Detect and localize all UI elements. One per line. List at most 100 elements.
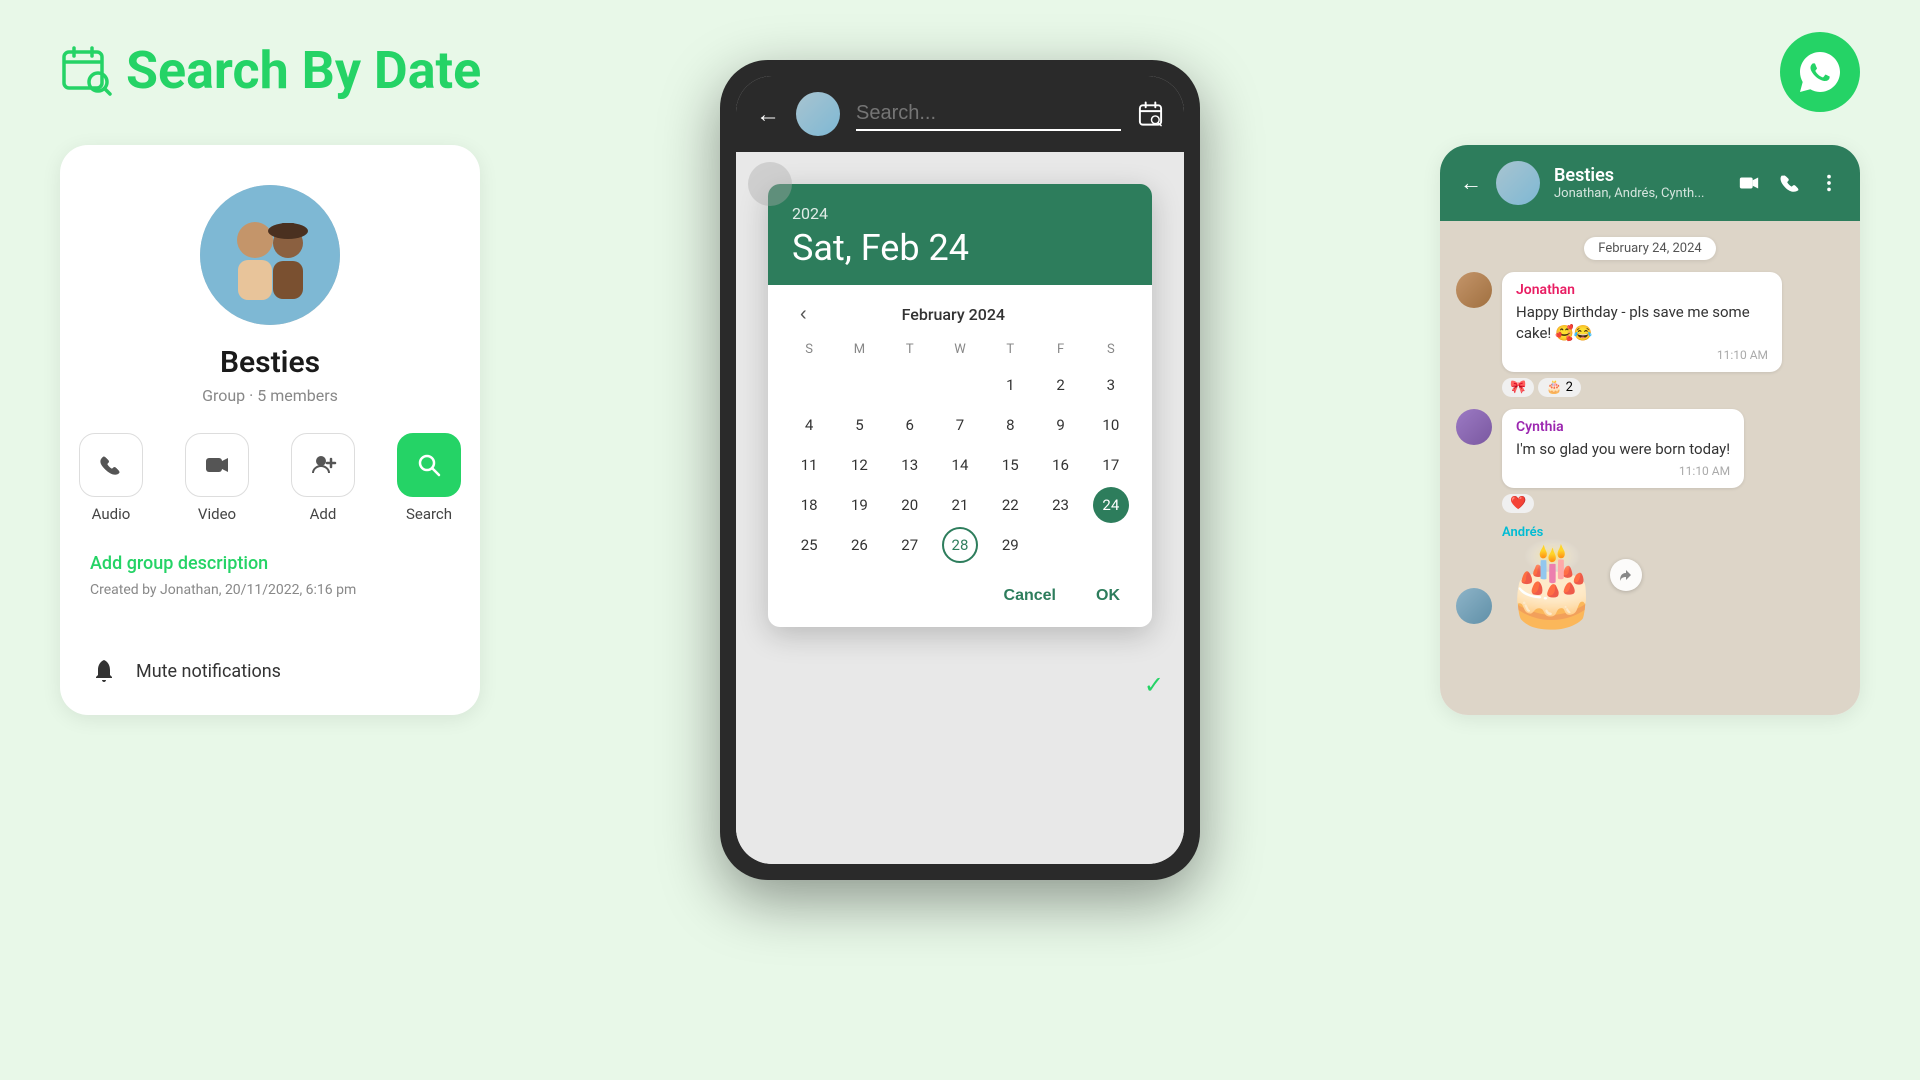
cal-day-8[interactable]: 8 [992,407,1028,443]
cal-day-9[interactable]: 9 [1043,407,1079,443]
day-header-s1: S [784,338,834,361]
cynthia-avatar [1456,409,1492,445]
message-cynthia: Cynthia I'm so glad you were born today!… [1456,409,1844,513]
cal-day-11[interactable]: 11 [791,447,827,483]
cal-day-10[interactable]: 10 [1093,407,1129,443]
video-action[interactable]: Video [172,433,262,523]
cal-day-20[interactable]: 20 [892,487,928,523]
cal-day-19[interactable]: 19 [841,487,877,523]
phone-call-icon[interactable] [1778,172,1800,194]
cal-day-24-selected[interactable]: 24 [1093,487,1129,523]
jonathan-time: 11:10 AM [1516,348,1768,362]
calendar-actions: Cancel OK [768,573,1152,627]
chat-name: Besties [1554,165,1724,186]
phone-screen: ← 2024 [736,76,1184,864]
cal-day-12[interactable]: 12 [841,447,877,483]
calendar-search-icon [60,44,114,98]
cal-day-28-circled[interactable]: 28 [942,527,978,563]
cal-day-2[interactable]: 2 [1043,367,1079,403]
jonathan-avatar [1456,272,1492,308]
left-group-info-card: Besties Group · 5 members Audio Video [60,145,480,715]
action-buttons: Audio Video Add [66,433,474,523]
cal-day-empty [791,367,827,403]
cal-day-14[interactable]: 14 [942,447,978,483]
group-avatar [200,185,340,325]
calendar-dialog: 2024 Sat, Feb 24 ‹ February 2024 S M T [768,184,1152,627]
group-name: Besties [220,345,320,380]
chat-avatar [1496,161,1540,205]
cancel-button[interactable]: Cancel [996,581,1064,611]
date-badge: February 24, 2024 [1584,237,1715,260]
cynthia-text: I'm so glad you were born today! [1516,439,1730,460]
cal-day-26[interactable]: 26 [841,527,877,563]
cal-day-22[interactable]: 22 [992,487,1028,523]
jonathan-sender: Jonathan [1516,282,1768,298]
forward-sticker-button[interactable] [1610,559,1642,591]
created-by-text: Created by Jonathan, 20/11/2022, 6:16 pm [90,582,356,598]
message-andres: Andrés 🎂 [1456,525,1844,624]
page-title: Search By Date [126,40,481,101]
reaction-badge-ribbon: 🎀 [1502,378,1534,397]
audio-label: Audio [92,505,131,523]
cynthia-sender: Cynthia [1516,419,1730,435]
day-header-s2: S [1086,338,1136,361]
calendar-nav: ‹ February 2024 [768,285,1152,338]
reaction-badge-cake: 🎂 2 [1538,378,1581,397]
cal-day-6[interactable]: 6 [892,407,928,443]
search-label: Search [406,505,452,523]
more-options-icon[interactable] [1818,172,1840,194]
cal-day-empty [892,367,928,403]
search-action[interactable]: Search [384,433,474,523]
reaction-badge-heart: ❤️ [1502,494,1534,513]
add-description-link[interactable]: Add group description [90,553,268,574]
day-header-f: F [1035,338,1085,361]
group-meta: Group · 5 members [202,386,338,405]
cal-day-empty [841,367,877,403]
cal-day-4[interactable]: 4 [791,407,827,443]
phone-search-input[interactable] [856,98,1121,131]
cynthia-time: 11:10 AM [1516,464,1730,478]
phone-search-bar: ← [736,76,1184,152]
audio-action[interactable]: Audio [66,433,156,523]
birthday-cake-sticker: 🎂 [1502,544,1602,624]
cal-day-29[interactable]: 29 [992,527,1028,563]
center-phone: ← 2024 [720,60,1200,880]
cal-day-5[interactable]: 5 [841,407,877,443]
checkmark-icon: ✓ [1144,671,1164,699]
chat-members: Jonathan, Andrés, Cynth... [1554,186,1724,201]
cal-day-16[interactable]: 16 [1043,447,1079,483]
right-chat-card: ← Besties Jonathan, Andrés, Cynth... Feb… [1440,145,1860,715]
cal-day-27[interactable]: 27 [892,527,928,563]
day-header-t1: T [885,338,935,361]
cal-day-7[interactable]: 7 [942,407,978,443]
cal-day-18[interactable]: 18 [791,487,827,523]
cal-day-21[interactable]: 21 [942,487,978,523]
chat-body: February 24, 2024 Jonathan Happy Birthda… [1440,221,1860,715]
calendar-selected-date: Sat, Feb 24 [792,227,1128,269]
cal-day-25[interactable]: 25 [791,527,827,563]
calendar-month-label: February 2024 [902,305,1005,324]
chat-header-actions [1738,172,1840,194]
cal-day-23[interactable]: 23 [1043,487,1079,523]
calendar-header: 2024 Sat, Feb 24 [768,184,1152,285]
ok-button[interactable]: OK [1088,581,1128,611]
add-action[interactable]: Add [278,433,368,523]
cal-day-15[interactable]: 15 [992,447,1028,483]
whatsapp-logo [1780,32,1860,112]
phone-chat-avatar [796,92,840,136]
chat-back-button[interactable]: ← [1460,170,1482,196]
cal-day-1[interactable]: 1 [992,367,1028,403]
video-label: Video [198,505,236,523]
back-arrow-icon[interactable]: ← [756,100,780,129]
video-call-icon[interactable] [1738,172,1760,194]
calendar-search-icon-phone[interactable] [1137,100,1164,128]
cal-day-13[interactable]: 13 [892,447,928,483]
bell-icon [90,657,118,685]
cal-day-3[interactable]: 3 [1093,367,1129,403]
mute-notifications-row[interactable]: Mute notifications [90,657,281,685]
calendar-days-header: S M T W T F S [768,338,1152,361]
prev-month-button[interactable]: ‹ [792,299,815,330]
cal-day-17[interactable]: 17 [1093,447,1129,483]
day-header-w: W [935,338,985,361]
day-header-t2: T [985,338,1035,361]
